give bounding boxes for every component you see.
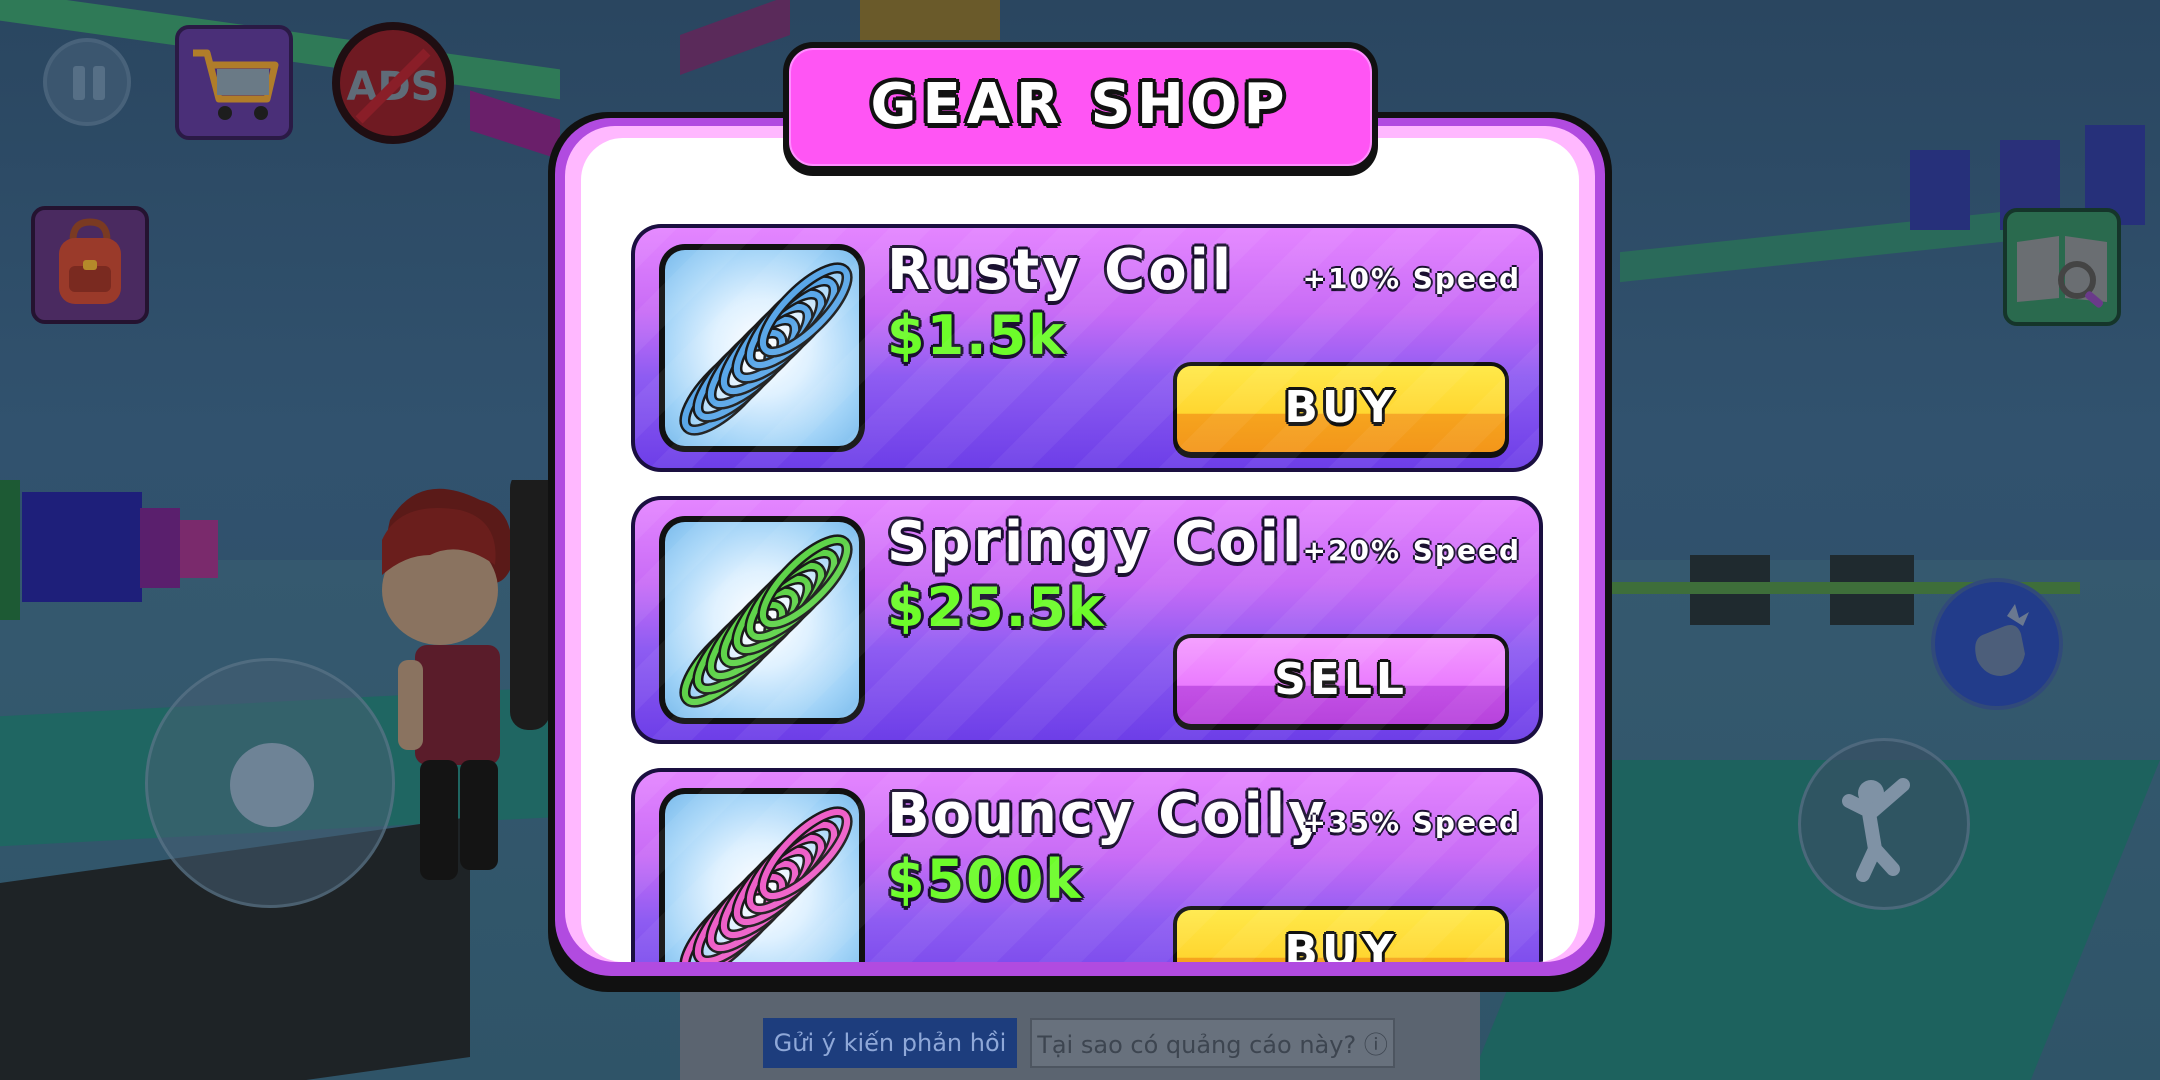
shop-item-card: Springy Coil $25.5k +20% Speed SELL [631, 496, 1543, 744]
world-block [1910, 150, 1970, 230]
joystick-knob[interactable] [230, 743, 314, 827]
item-speed-bonus: +35% Speed [1302, 806, 1521, 839]
world-block [470, 90, 560, 160]
item-thumbnail [659, 788, 865, 962]
item-speed-bonus: +20% Speed [1302, 534, 1521, 567]
pink-coil-icon [679, 806, 853, 962]
item-name: Bouncy Coily [887, 782, 1328, 847]
item-price: $1.5k [887, 304, 1067, 367]
item-name: Springy Coil [887, 510, 1305, 575]
item-price: $25.5k [887, 576, 1106, 639]
shop-item-card: Rusty Coil $1.5k +10% Speed BUY [631, 224, 1543, 472]
buy-button-label: BUY [1284, 926, 1398, 962]
world-block [140, 508, 180, 588]
world-block [680, 0, 790, 76]
book-search-icon [2017, 236, 2107, 308]
pause-icon [93, 66, 105, 100]
card-face: Bouncy Coily $500k +35% Speed BUY [635, 772, 1539, 962]
distant-platform [1620, 207, 2040, 283]
green-coil-icon [679, 534, 853, 708]
blue-coil-icon [679, 262, 853, 436]
pause-button[interactable] [43, 38, 131, 126]
buy-button-label: BUY [1284, 382, 1398, 433]
item-thumbnail [659, 516, 865, 724]
shop-title-banner: GEAR SHOP [789, 48, 1372, 166]
buy-button[interactable]: BUY [1173, 362, 1509, 458]
buy-button[interactable]: BUY [1173, 906, 1509, 962]
action-button[interactable] [1931, 578, 2063, 710]
shopping-cart-icon [193, 49, 279, 120]
backpack-icon [59, 218, 121, 304]
sell-button-label: SELL [1274, 654, 1408, 705]
gear-shop-modal: Rusty Coil $1.5k +10% Speed BUY Springy … [555, 118, 1605, 976]
world-block [180, 520, 218, 578]
no-ads-button[interactable]: ADS [332, 22, 454, 144]
pause-icon [73, 66, 85, 100]
shop-item-card: Bouncy Coily $500k +35% Speed BUY [631, 768, 1543, 962]
card-face: Springy Coil $25.5k +20% Speed SELL [635, 500, 1539, 740]
item-name: Rusty Coil [887, 238, 1235, 303]
world-block [860, 0, 1000, 40]
item-price: $500k [887, 848, 1084, 911]
jump-icon [1842, 778, 1910, 882]
item-thumbnail [659, 244, 865, 452]
shop-modal-body[interactable]: Rusty Coil $1.5k +10% Speed BUY Springy … [581, 138, 1579, 962]
jump-button[interactable] [1798, 738, 1970, 910]
hand-icon [1975, 604, 2029, 676]
shop-title: GEAR SHOP [870, 72, 1291, 137]
player-character [382, 480, 550, 880]
world-block [22, 492, 142, 602]
sell-button[interactable]: SELL [1173, 634, 1509, 730]
backpack-button[interactable] [31, 206, 149, 324]
codex-button[interactable] [2003, 208, 2121, 326]
movement-joystick[interactable] [145, 658, 395, 908]
ad-why-button[interactable]: Tại sao có quảng cáo này? ⓘ [1030, 1018, 1395, 1068]
card-face: Rusty Coil $1.5k +10% Speed BUY [635, 228, 1539, 468]
shop-cart-button[interactable] [175, 25, 293, 140]
ad-feedback-button[interactable]: Gửi ý kiến phản hồi [763, 1018, 1017, 1068]
item-speed-bonus: +10% Speed [1302, 262, 1521, 295]
world-block [0, 480, 20, 620]
